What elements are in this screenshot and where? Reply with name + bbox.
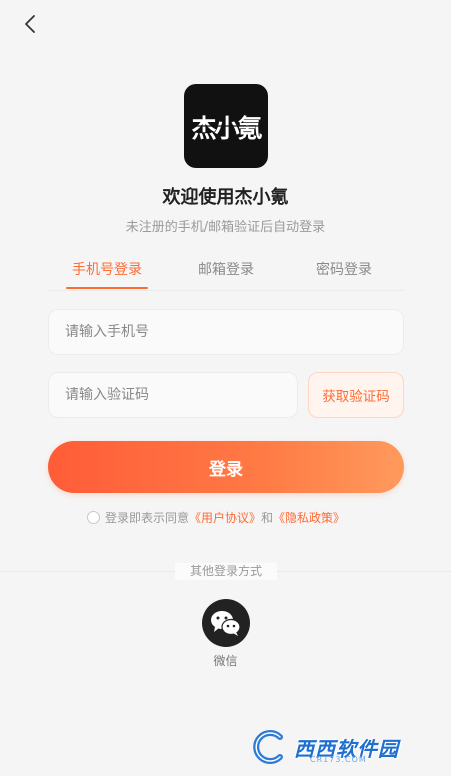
privacy-policy-link[interactable]: 《隐私政策》 xyxy=(273,509,345,526)
tab-label: 密码登录 xyxy=(316,262,372,278)
tab-phone-login[interactable]: 手机号登录 xyxy=(66,256,148,289)
tab-label: 邮箱登录 xyxy=(198,262,254,278)
login-tabs: 手机号登录 邮箱登录 密码登录 xyxy=(48,256,404,291)
agreement-and: 和 xyxy=(261,510,274,525)
phone-input[interactable] xyxy=(49,324,403,340)
agreement-prefix: 登录即表示同意 xyxy=(105,510,190,525)
other-login-title: 其他登录方式 xyxy=(175,563,277,580)
code-field xyxy=(48,372,298,418)
login-label: 登录 xyxy=(209,459,243,480)
site-watermark: 西西软件园 CR173.COM xyxy=(250,727,430,767)
welcome-subtitle: 未注册的手机/邮箱验证后自动登录 xyxy=(125,220,326,235)
tab-password-login[interactable]: 密码登录 xyxy=(306,256,382,289)
app-logo: 杰小氪 xyxy=(184,84,268,168)
wechat-login-button[interactable] xyxy=(202,599,250,647)
tab-email-login[interactable]: 邮箱登录 xyxy=(188,256,264,289)
chevron-left-icon xyxy=(25,15,35,33)
get-code-button[interactable]: 获取验证码 xyxy=(308,372,404,418)
agreement-checkbox[interactable] xyxy=(87,510,100,524)
back-button[interactable] xyxy=(16,10,44,38)
watermark-url: CR173.COM xyxy=(310,755,367,764)
user-agreement-link[interactable]: 《用户协议》 xyxy=(189,509,261,526)
active-tab-underline xyxy=(66,287,148,289)
verification-code-input[interactable] xyxy=(49,387,297,403)
phone-field xyxy=(48,309,404,355)
agreement-row: 登录即表示同意 《用户协议》 和 《隐私政策》 xyxy=(87,508,345,526)
login-button[interactable]: 登录 xyxy=(48,441,404,493)
app-logo-text: 杰小氪 xyxy=(191,113,262,143)
logo-stripe xyxy=(184,125,268,127)
watermark-logo-icon xyxy=(253,730,283,764)
tab-label: 手机号登录 xyxy=(72,262,142,278)
wechat-icon xyxy=(211,611,241,636)
wechat-label: 微信 xyxy=(213,654,238,668)
get-code-label: 获取验证码 xyxy=(322,389,390,405)
welcome-title: 欢迎使用杰小氪 xyxy=(162,187,289,208)
